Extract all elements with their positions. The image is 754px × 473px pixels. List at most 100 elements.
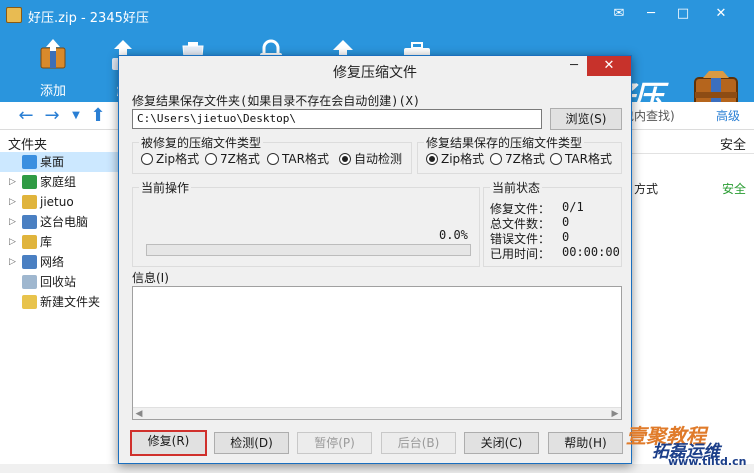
app-logo-icon <box>6 7 22 23</box>
radio-label: TAR格式 <box>565 152 612 166</box>
radio-option[interactable]: TAR格式 <box>267 152 329 166</box>
browse-button[interactable]: 浏览(S) <box>550 108 622 130</box>
radio-indicator[interactable] <box>339 153 351 165</box>
current-operation-title: 当前操作 <box>139 179 192 196</box>
expand-arrow-icon[interactable]: ▷ <box>9 252 16 272</box>
progress-percent: 0.0% <box>439 228 468 242</box>
dialog-close-icon[interactable]: ✕ <box>587 56 631 76</box>
tree-item[interactable]: ▷ 库 <box>0 232 120 252</box>
result-type-title: 修复结果保存的压缩文件类型 <box>424 134 585 151</box>
info-textarea[interactable]: ◀ ▶ <box>132 286 622 420</box>
radio-indicator[interactable] <box>550 153 562 165</box>
column-safe[interactable]: 安全 <box>720 134 746 153</box>
desktop-icon <box>22 155 37 169</box>
app-titlebar: 好压.zip - 2345好压 ✉ ─ □ ✕ <box>0 0 754 30</box>
advanced-search-link[interactable]: 高级 <box>716 106 752 126</box>
radio-label: Zip格式 <box>441 152 485 166</box>
status-value: 0/1 <box>562 200 584 214</box>
radio-label: 7Z格式 <box>505 152 545 166</box>
recycle-bin-icon <box>22 275 37 289</box>
computer-icon <box>22 215 37 229</box>
library-icon <box>22 235 37 249</box>
tree-item-label: jietuo <box>40 195 74 209</box>
status-value: 0 <box>562 215 570 229</box>
expand-arrow-icon[interactable]: ▷ <box>9 172 16 192</box>
folder-icon <box>22 295 37 309</box>
radio-option[interactable]: TAR格式 <box>550 152 612 166</box>
radio-indicator[interactable] <box>141 153 153 165</box>
radio-indicator[interactable] <box>205 153 217 165</box>
status-bar <box>0 464 754 473</box>
radio-label: 7Z格式 <box>220 152 260 166</box>
dialog-minimize-icon[interactable]: ─ <box>563 58 585 76</box>
tree-item[interactable]: ▷ 这台电脑 <box>0 212 120 232</box>
tree-item-label: 网络 <box>40 255 65 269</box>
expand-arrow-icon[interactable]: ▷ <box>9 192 16 212</box>
tree-item-label: 桌面 <box>40 155 65 169</box>
repair-dialog: 修复压缩文件 ─ ✕ 修复结果保存文件夹(如果目录不存在会自动创建)(X) C:… <box>118 55 632 464</box>
scroll-left-icon[interactable]: ◀ <box>133 408 145 420</box>
radio-indicator[interactable] <box>426 153 438 165</box>
tree-item-label: 库 <box>40 235 53 249</box>
feedback-icon[interactable]: ✉ <box>608 4 630 24</box>
history-dropdown-icon[interactable]: ▼ <box>66 106 86 126</box>
tree-item[interactable]: 桌面 <box>0 152 120 172</box>
tree-item-label: 家庭组 <box>40 175 77 189</box>
scroll-right-icon[interactable]: ▶ <box>609 408 621 420</box>
radio-option[interactable]: 7Z格式 <box>490 152 545 166</box>
radio-indicator[interactable] <box>490 153 502 165</box>
info-label: 信息(I) <box>132 271 169 285</box>
maximize-icon[interactable]: □ <box>672 4 694 24</box>
save-folder-label: 修复结果保存文件夹(如果目录不存在会自动创建)(X) <box>132 94 421 108</box>
archive-search-input[interactable]: 包内查找) <box>622 106 712 126</box>
expand-arrow-icon[interactable]: ▷ <box>9 232 16 252</box>
minimize-icon[interactable]: ─ <box>640 4 662 24</box>
dialog-titlebar: 修复压缩文件 ─ ✕ <box>119 56 631 86</box>
radio-label: Zip格式 <box>156 152 200 166</box>
dialog-title: 修复压缩文件 <box>333 65 417 81</box>
forward-arrow-icon[interactable]: → <box>42 106 62 126</box>
app-title: 好压.zip - 2345好压 <box>28 11 149 26</box>
tree-item[interactable]: ▷ 家庭组 <box>0 172 120 192</box>
result-type-group: 修复结果保存的压缩文件类型 Zip格式 7Z格式 TAR格式 <box>417 134 622 174</box>
current-status-title: 当前状态 <box>490 179 543 196</box>
folder-tree: 桌面 ▷ 家庭组 ▷ jietuo ▷ 这台电脑 ▷ 库 ▷ 网络 回收站 新建文件夹 <box>0 152 120 312</box>
status-value: 00:00:00 <box>562 245 620 259</box>
repair-button[interactable]: 修复(R) <box>130 430 207 456</box>
tree-item[interactable]: ▷ 网络 <box>0 252 120 272</box>
source-type-title: 被修复的压缩文件类型 <box>139 134 264 151</box>
tree-item[interactable]: ▷ jietuo <box>0 192 120 212</box>
file-row-type: 方式 <box>634 182 659 196</box>
radio-option[interactable]: Zip格式 <box>141 152 199 166</box>
info-horizontal-scrollbar[interactable]: ◀ ▶ <box>133 407 621 419</box>
tree-item[interactable]: 回收站 <box>0 272 120 292</box>
radio-option[interactable]: Zip格式 <box>426 152 484 166</box>
radio-option[interactable]: 自动检测 <box>339 152 402 166</box>
user-folder-icon <box>22 195 37 209</box>
status-value: 0 <box>562 230 570 244</box>
radio-option[interactable]: 7Z格式 <box>205 152 260 166</box>
radio-label: TAR格式 <box>282 152 329 166</box>
source-type-group: 被修复的压缩文件类型 Zip格式 7Z格式 TAR格式 自动检测 <box>132 134 412 174</box>
close-button[interactable]: 关闭(C) <box>464 432 539 454</box>
expand-arrow-icon[interactable]: ▷ <box>9 212 16 232</box>
back-arrow-icon[interactable]: ← <box>16 106 36 126</box>
status-label: 已用时间： <box>490 247 551 261</box>
tree-item-label: 回收站 <box>40 275 77 289</box>
help-button[interactable]: 帮助(H) <box>548 432 623 454</box>
network-icon <box>22 255 37 269</box>
watermark-url: www.tlltd.cn <box>668 455 747 468</box>
toolbar-add-button[interactable]: 添加 <box>28 38 78 99</box>
tree-item[interactable]: 新建文件夹 <box>0 292 120 312</box>
close-icon[interactable]: ✕ <box>710 4 732 24</box>
folder-pane-header: 文件夹 <box>8 138 48 153</box>
homegroup-icon <box>22 175 37 189</box>
background-button[interactable]: 后台(B) <box>381 432 456 454</box>
radio-indicator[interactable] <box>267 153 279 165</box>
save-folder-input[interactable]: C:\Users\jietuo\Desktop\ <box>132 109 542 129</box>
pause-button[interactable]: 暂停(P) <box>297 432 372 454</box>
detect-button[interactable]: 检测(D) <box>214 432 289 454</box>
tree-item-label: 这台电脑 <box>40 215 89 229</box>
file-row-safe: 安全 <box>722 182 747 196</box>
up-folder-icon[interactable]: ⬆ <box>88 106 108 126</box>
